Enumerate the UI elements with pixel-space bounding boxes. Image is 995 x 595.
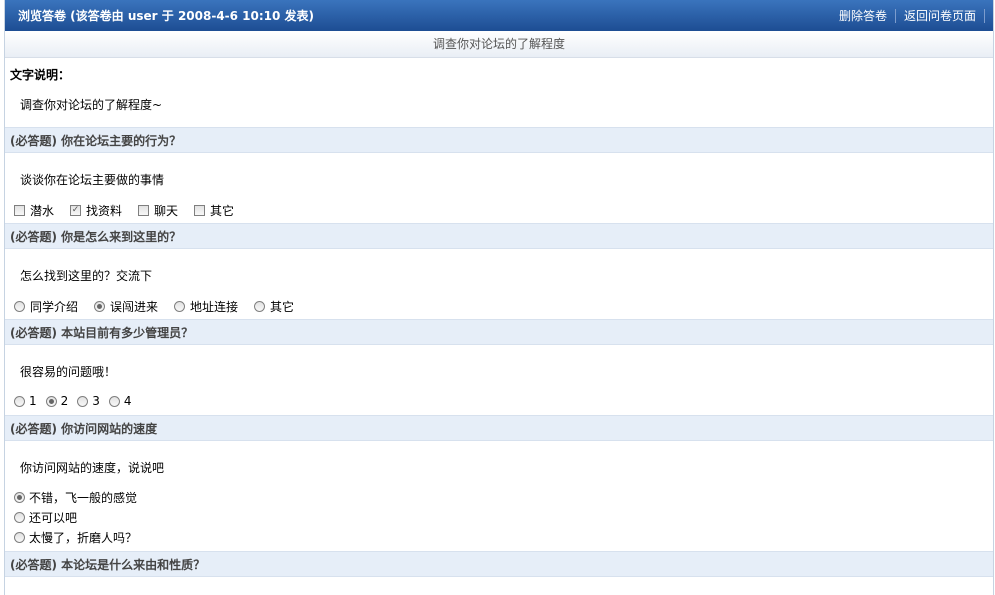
question-description: 怎么找到这里的？交流下 <box>20 269 153 283</box>
option-item[interactable]: 3 <box>77 394 100 408</box>
option-item[interactable]: 其它 <box>194 202 234 219</box>
header-actions: 删除答卷 返回问卷页面 <box>831 7 985 24</box>
option-label: 其它 <box>210 204 235 218</box>
delete-answer-link[interactable]: 删除答卷 <box>831 7 895 24</box>
option-item[interactable]: 太慢了，折磨人吗？ <box>14 527 137 547</box>
option-item[interactable]: 其它 <box>254 298 294 315</box>
survey-subtitle: 调查你对论坛的了解程度 <box>5 31 993 58</box>
option-label: 其它 <box>270 300 295 314</box>
option-label: 找资料 <box>86 204 123 218</box>
radio-button[interactable] <box>14 301 25 312</box>
option-label: 不错，飞一般的感觉 <box>29 490 138 505</box>
checkbox[interactable] <box>138 205 150 216</box>
radio-button[interactable] <box>77 395 89 407</box>
option-item[interactable]: 聊天 <box>138 202 178 219</box>
radio-button[interactable] <box>14 511 25 523</box>
radio-button[interactable] <box>14 531 25 543</box>
survey-panel: 浏览答卷 (该答卷由 user 于 2008-4-6 10:10 发表) 删除答… <box>4 0 994 595</box>
option-item[interactable]: 4 <box>108 394 132 408</box>
question-header: (必答题) 你是怎么来到这里的？ <box>5 223 993 249</box>
option-label: 还可以吧 <box>29 510 78 525</box>
back-to-survey-link[interactable]: 返回问卷页面 <box>896 7 984 24</box>
radio-group: 不错，飞一般的感觉 还可以吧 太慢了，折磨人吗？ <box>14 487 137 547</box>
question-header: (必答题) 你访问网站的速度 <box>5 415 993 441</box>
option-label: 地址连接 <box>190 300 239 314</box>
checkbox[interactable] <box>14 205 25 216</box>
radio-group: 1 2 3 4 <box>14 394 141 408</box>
question-description: 很容易的问题哦！ <box>20 365 117 379</box>
checkbox-checked[interactable]: ✓ <box>70 205 82 216</box>
question-description: 谈谈你在论坛主要做的事情 <box>20 173 165 187</box>
option-label: 4 <box>123 394 132 408</box>
option-label: 3 <box>92 394 100 408</box>
option-item[interactable]: 地址连接 <box>174 298 238 315</box>
option-item[interactable]: 误闯进来 <box>94 298 158 315</box>
checkbox[interactable] <box>194 205 206 216</box>
option-label: 误闯进来 <box>110 300 159 314</box>
option-item[interactable]: 潜水 <box>14 202 54 219</box>
option-label: 太慢了，折磨人吗？ <box>29 530 138 545</box>
option-label: 1 <box>29 394 37 408</box>
description-text: 调查你对论坛的了解程度~ <box>20 98 163 112</box>
question-header: (必答题) 本论坛是什么来由和性质？ <box>5 551 993 577</box>
option-item[interactable]: 还可以吧 <box>14 507 137 527</box>
radio-button[interactable] <box>174 301 186 312</box>
radio-button-selected[interactable] <box>45 395 57 407</box>
option-label: 同学介绍 <box>30 300 79 314</box>
checkbox-group: 潜水 ✓ 找资料 聊天 其它 <box>14 202 250 219</box>
option-label: 潜水 <box>30 204 55 218</box>
option-label: 聊天 <box>154 204 179 218</box>
question-header: (必答题) 你在论坛主要的行为？ <box>5 127 993 153</box>
divider <box>984 8 985 23</box>
page-title: 浏览答卷 (该答卷由 user 于 2008-4-6 10:10 发表) <box>18 9 315 23</box>
option-item[interactable]: 1 <box>14 394 37 408</box>
option-item[interactable]: ✓ 找资料 <box>70 202 122 219</box>
option-label: 2 <box>60 394 69 408</box>
option-item[interactable]: 同学介绍 <box>14 298 78 315</box>
title-bar: 浏览答卷 (该答卷由 user 于 2008-4-6 10:10 发表) 删除答… <box>5 0 993 31</box>
radio-button[interactable] <box>14 395 25 407</box>
radio-group: 同学介绍 误闯进来 地址连接 其它 <box>14 298 310 315</box>
radio-button[interactable] <box>108 395 120 407</box>
radio-button-selected[interactable] <box>94 301 106 312</box>
radio-button-selected[interactable] <box>14 491 25 503</box>
description-label: 文字说明： <box>10 68 71 82</box>
question-description: 你访问网站的速度，说说吧 <box>20 461 165 475</box>
question-header: (必答题) 本站目前有多少管理员？ <box>5 319 993 345</box>
option-item[interactable]: 不错，飞一般的感觉 <box>14 487 137 507</box>
radio-button[interactable] <box>254 301 266 312</box>
option-item[interactable]: 2 <box>45 394 69 408</box>
